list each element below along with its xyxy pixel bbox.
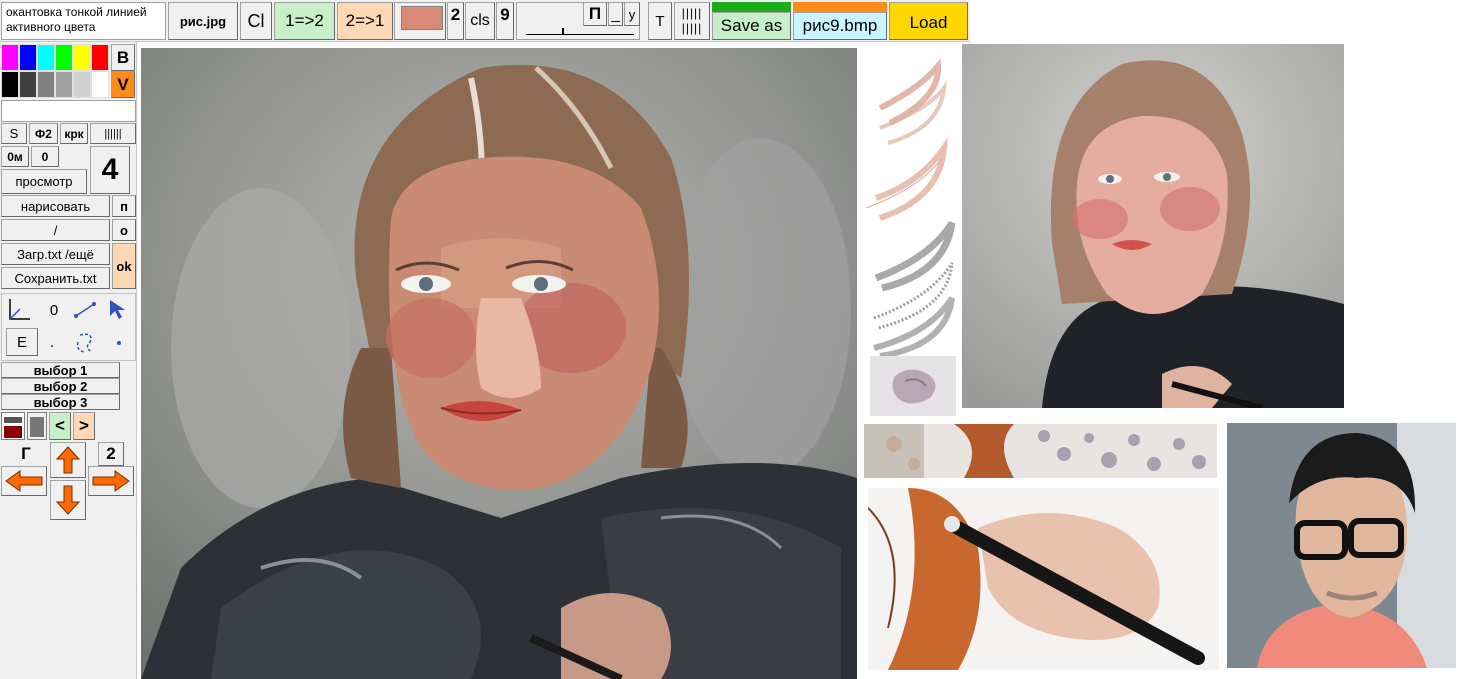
- arrow-down-button[interactable]: [50, 480, 86, 520]
- save-progress-bar: [712, 2, 791, 12]
- g-label: Г: [21, 444, 31, 463]
- axes-icon[interactable]: [6, 297, 32, 323]
- om-button[interactable]: 0м: [1, 146, 29, 167]
- swap-2-to-1-button[interactable]: 2=>1: [337, 2, 393, 40]
- arrow-left-icon: [5, 470, 43, 492]
- krk-button[interactable]: крк: [60, 123, 88, 144]
- text-input[interactable]: [1, 100, 136, 122]
- lines-icon: |||||: [681, 6, 703, 20]
- palette-swatch[interactable]: [55, 44, 73, 71]
- ok-button[interactable]: ok: [112, 243, 136, 289]
- prev-button[interactable]: <: [49, 412, 71, 440]
- number-9-button[interactable]: 9: [496, 2, 514, 40]
- palette-swatch[interactable]: [1, 71, 19, 98]
- number-2-button[interactable]: 2: [98, 442, 124, 466]
- active-color-button[interactable]: [394, 2, 446, 40]
- tool-zero-label: 0: [49, 301, 59, 319]
- palette-swatch[interactable]: [19, 71, 37, 98]
- y-button[interactable]: у: [624, 2, 640, 26]
- horizontal-slider[interactable]: [526, 26, 634, 38]
- choice-2-button[interactable]: выбор 2: [1, 378, 120, 394]
- file-name-button[interactable]: рис.jpg: [168, 2, 238, 40]
- foreground-color-indicator[interactable]: [1, 412, 25, 440]
- arrow-up-button[interactable]: [50, 442, 86, 478]
- brush-blot-sample: [870, 356, 956, 416]
- zero-button[interactable]: 0: [31, 146, 59, 167]
- slash-button[interactable]: /: [1, 219, 110, 241]
- dot-tool[interactable]: .: [44, 332, 60, 352]
- arrow-left-button[interactable]: [1, 466, 47, 496]
- draw-button[interactable]: нарисовать: [1, 195, 110, 217]
- point-tool-icon[interactable]: [106, 330, 132, 356]
- underscore-button[interactable]: _: [608, 2, 623, 26]
- f2-button[interactable]: Ф2: [29, 123, 58, 144]
- brush-size-2-button[interactable]: 2: [447, 2, 464, 40]
- p-button[interactable]: П: [583, 2, 607, 26]
- reference-photo-girl: [962, 44, 1344, 408]
- o-button[interactable]: о: [112, 219, 136, 241]
- artist-photo: [1227, 423, 1456, 668]
- palette-swatch[interactable]: [37, 44, 55, 71]
- left-tool-panel: B V S Ф2 крк |||||| 0м 0 4 просмотр нари…: [0, 42, 137, 679]
- cls-button[interactable]: cls: [465, 2, 495, 40]
- load-button[interactable]: Load: [889, 2, 968, 40]
- blank-area: [860, 670, 1360, 679]
- text-tool-button[interactable]: T: [648, 2, 672, 40]
- line-tool-icon[interactable]: [72, 298, 98, 322]
- arrow-right-button[interactable]: [88, 466, 134, 496]
- arrow-right-icon: [92, 470, 130, 492]
- palette-swatch[interactable]: [73, 71, 91, 98]
- portrait-painting: [141, 48, 857, 679]
- palette-swatch[interactable]: [19, 44, 37, 71]
- s-button[interactable]: S: [1, 123, 27, 144]
- load-txt-button[interactable]: Загр.txt /ещё: [1, 243, 110, 265]
- top-toolbar: окантовка тонкой линией активного цвета …: [0, 0, 970, 42]
- big-number-display: 4: [90, 146, 130, 194]
- active-color-swatch: [401, 6, 443, 30]
- background-color-indicator[interactable]: [27, 412, 47, 440]
- brush-samples: [860, 48, 958, 359]
- pointer-icon[interactable]: [106, 298, 132, 322]
- mode-description: окантовка тонкой линией активного цвета: [1, 2, 166, 40]
- bars-button[interactable]: ||||||: [90, 123, 136, 144]
- choice-1-button[interactable]: выбор 1: [1, 362, 120, 378]
- clear-button[interactable]: Cl: [240, 2, 272, 40]
- next-button[interactable]: >: [73, 412, 95, 440]
- b-button[interactable]: B: [111, 44, 135, 71]
- save-file-name-field[interactable]: рис9.bmp: [793, 12, 887, 40]
- palette-swatch[interactable]: [37, 71, 55, 98]
- v-button[interactable]: V: [111, 71, 135, 98]
- save-txt-button[interactable]: Сохранить.txt: [1, 267, 110, 289]
- load-progress-bar: [793, 2, 887, 12]
- e-button[interactable]: E: [6, 328, 38, 356]
- arrow-down-icon: [55, 485, 81, 515]
- drawing-canvas[interactable]: [141, 48, 857, 679]
- slider-thumb[interactable]: [562, 28, 564, 35]
- arrow-up-icon: [55, 446, 81, 474]
- save-as-button[interactable]: Save as: [712, 12, 791, 40]
- palette-swatch[interactable]: [73, 44, 91, 71]
- p-small-button[interactable]: п: [112, 195, 136, 217]
- swap-1-to-2-button[interactable]: 1=>2: [274, 2, 335, 40]
- palette-swatch[interactable]: [1, 44, 19, 71]
- reference-texture-strip: [864, 424, 1217, 478]
- palette-swatch[interactable]: [91, 71, 109, 98]
- preview-button[interactable]: просмотр: [1, 169, 87, 194]
- choice-3-button[interactable]: выбор 3: [1, 394, 120, 410]
- palette-swatch[interactable]: [55, 71, 73, 98]
- palette-swatch[interactable]: [91, 44, 109, 71]
- reference-hand-painting: [868, 488, 1219, 670]
- lines-tool-button[interactable]: ||||| |||||: [674, 2, 710, 40]
- curve-tool-icon[interactable]: [72, 330, 98, 356]
